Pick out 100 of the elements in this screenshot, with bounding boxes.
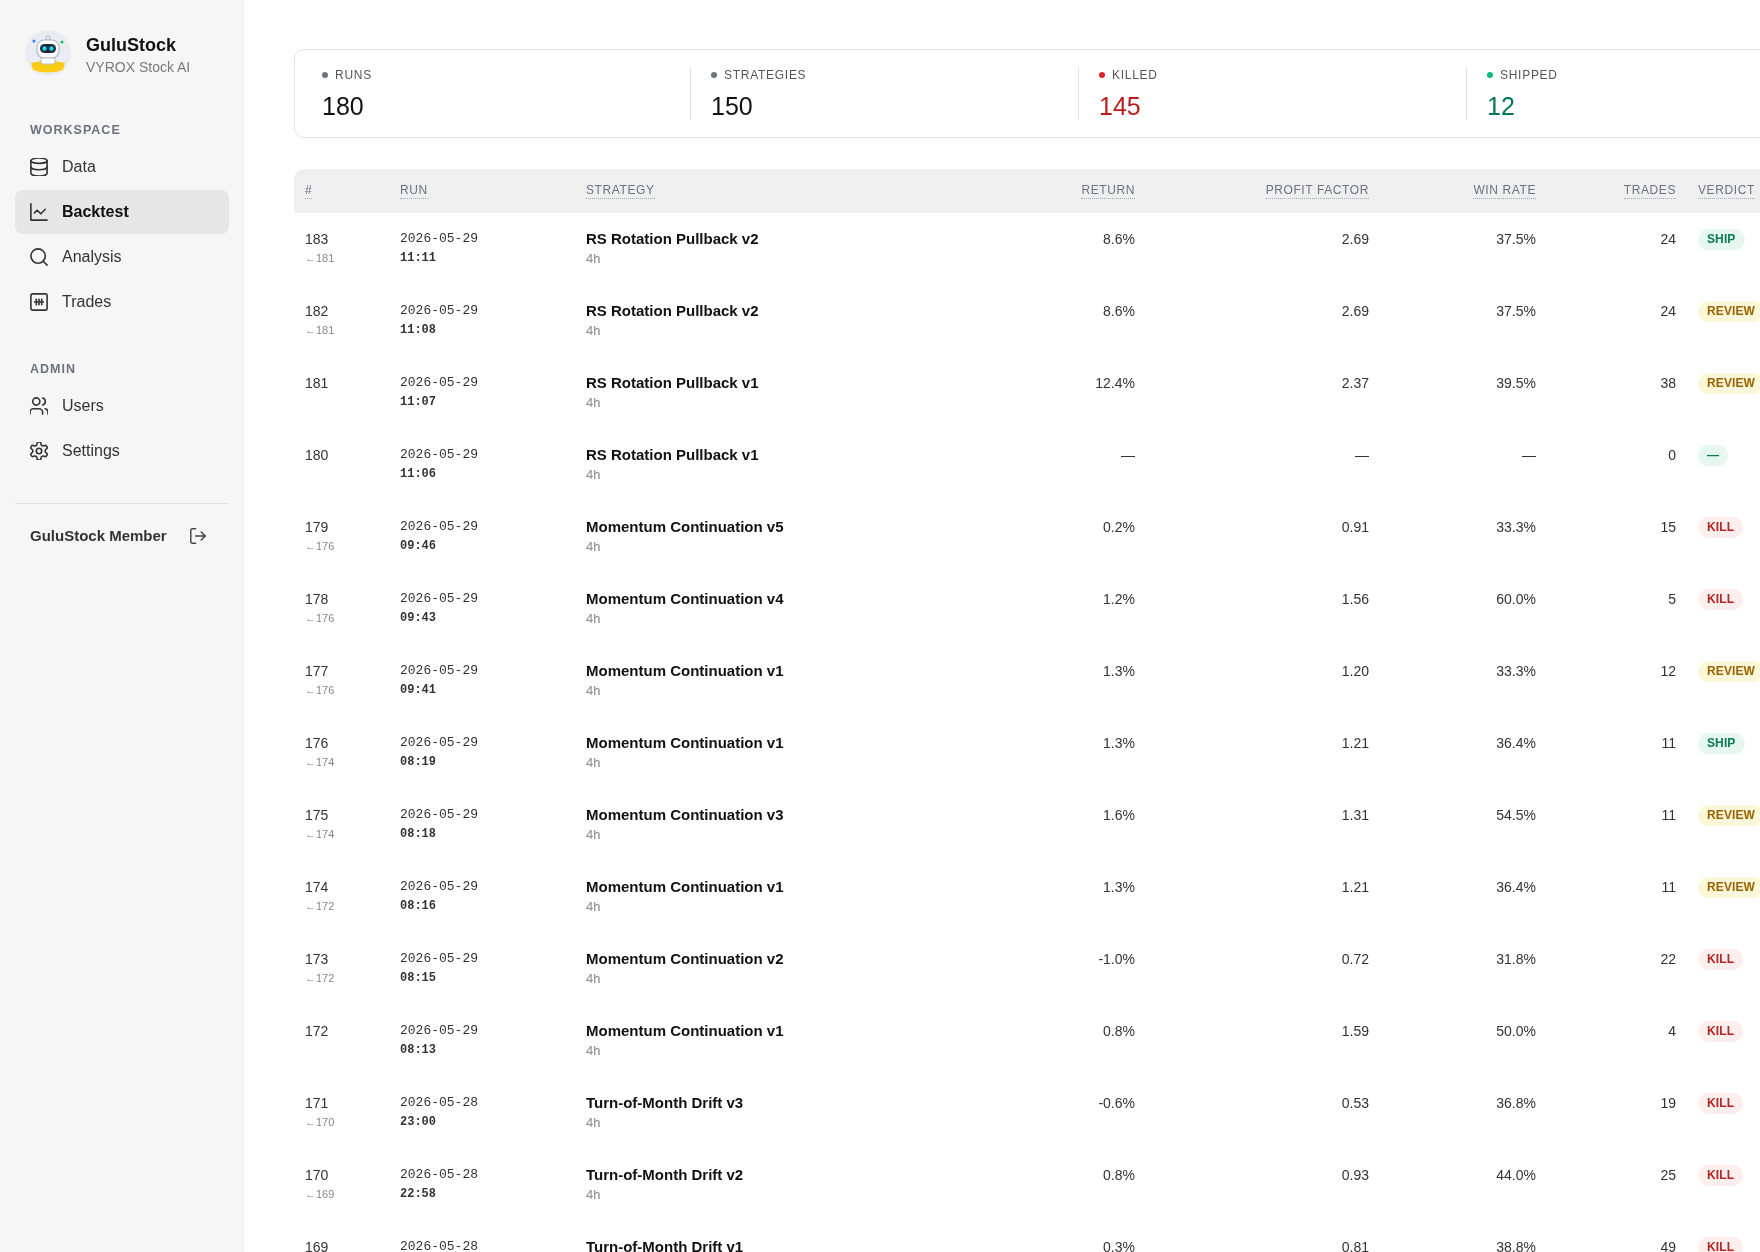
return-value: -0.6% (1098, 1094, 1135, 1113)
strategy-name: Momentum Continuation v1 (586, 1021, 784, 1041)
verdict-badge: REVIEW (1698, 877, 1760, 898)
nav-item[interactable]: Trades (15, 280, 229, 324)
return-value: 0.8% (1103, 1022, 1135, 1041)
run-number: 183 (305, 230, 329, 249)
run-time: 08:19 (400, 754, 436, 771)
win-rate-value: 50.0% (1496, 1022, 1536, 1041)
strategy-name: Momentum Continuation v4 (586, 589, 784, 609)
profit-factor-value: 2.37 (1341, 374, 1369, 393)
win-rate-value: 39.5% (1496, 374, 1536, 393)
run-number: 178 (305, 590, 329, 609)
profit-factor-value: 0.93 (1341, 1166, 1369, 1185)
timeframe-label: 4h (586, 898, 601, 916)
profit-factor-value: 1.56 (1341, 590, 1369, 609)
run-time: 08:18 (400, 826, 436, 843)
column-header[interactable]: TRADES (1623, 183, 1676, 199)
timeframe-label: 4h (586, 1114, 601, 1132)
nav-item[interactable]: Users (15, 384, 229, 428)
column-header[interactable]: RETURN (1081, 183, 1135, 199)
win-rate-value: 44.0% (1496, 1166, 1536, 1185)
trades-count: 11 (1661, 806, 1676, 825)
run-date: 2026-05-29 (400, 950, 478, 968)
nav-item[interactable]: Backtest (15, 190, 229, 234)
line-chart-icon (30, 203, 48, 221)
user-name: GuluStock Member (30, 526, 167, 546)
run-time: 11:06 (400, 466, 436, 483)
trades-count: 5 (1668, 590, 1676, 609)
win-rate-value: 38.8% (1496, 1238, 1536, 1252)
column-header[interactable]: # (305, 183, 313, 199)
run-time: 08:16 (400, 898, 436, 915)
timeframe-label: 4h (586, 1186, 601, 1204)
stat-value: 150 (711, 92, 753, 120)
return-value: 1.6% (1103, 806, 1135, 825)
nav-item[interactable]: Data (15, 145, 229, 189)
trades-count: 25 (1660, 1166, 1676, 1185)
run-time: 22:58 (400, 1186, 436, 1203)
parent-run-ref: ←169 (305, 1187, 335, 1202)
win-rate-value: 33.3% (1496, 518, 1536, 537)
strategy-name: RS Rotation Pullback v1 (586, 445, 759, 465)
profit-factor-value: 0.81 (1341, 1238, 1369, 1252)
verdict-badge: KILL (1698, 517, 1744, 538)
trades-count: 11 (1661, 734, 1676, 753)
win-rate-value: 60.0% (1496, 590, 1536, 609)
trades-count: 0 (1668, 446, 1676, 465)
parent-run-ref: ←176 (305, 539, 335, 554)
run-date: 2026-05-29 (400, 446, 478, 464)
profit-factor-value: — (1355, 446, 1369, 465)
verdict-badge: REVIEW (1698, 301, 1760, 322)
parent-run-ref: ←176 (305, 611, 335, 626)
stat-value: 145 (1099, 92, 1141, 120)
section-label: WORKSPACE (30, 122, 121, 138)
stat-value: 12 (1487, 92, 1515, 120)
return-value: 0.3% (1103, 1238, 1135, 1252)
run-date: 2026-05-29 (400, 302, 478, 320)
win-rate-value: 36.8% (1496, 1094, 1536, 1113)
timeframe-label: 4h (586, 754, 601, 772)
run-date: 2026-05-28 (400, 1238, 478, 1252)
run-time: 09:46 (400, 538, 436, 555)
stat-value: 180 (322, 92, 364, 120)
stat-label: RUNS (335, 67, 372, 83)
run-time: 09:41 (400, 682, 436, 699)
verdict-badge: REVIEW (1698, 373, 1760, 394)
timeframe-label: 4h (586, 682, 601, 700)
profit-factor-value: 1.21 (1341, 878, 1369, 897)
run-time: 11:07 (400, 394, 436, 411)
grid-table-icon (30, 293, 48, 311)
timeframe-label: 4h (586, 970, 601, 988)
column-header[interactable]: STRATEGY (586, 183, 655, 199)
run-date: 2026-05-29 (400, 1022, 478, 1040)
column-header[interactable]: WIN RATE (1473, 183, 1536, 199)
return-value: 1.3% (1103, 734, 1135, 753)
nav-item[interactable]: Settings (15, 429, 229, 473)
strategy-name: RS Rotation Pullback v2 (586, 229, 759, 249)
run-number: 175 (305, 806, 329, 825)
nav-item[interactable]: Analysis (15, 235, 229, 279)
strategy-name: Momentum Continuation v1 (586, 661, 784, 681)
run-number: 171 (305, 1094, 329, 1113)
brand-name: GuluStock (86, 34, 177, 56)
trades-count: 38 (1660, 374, 1676, 393)
run-number: 182 (305, 302, 329, 321)
strategy-name: Momentum Continuation v5 (586, 517, 784, 537)
logout-button[interactable] (190, 528, 206, 544)
strategy-name: RS Rotation Pullback v2 (586, 301, 759, 321)
column-header[interactable]: RUN (400, 183, 428, 199)
trades-count: 49 (1660, 1238, 1676, 1252)
run-number: 174 (305, 878, 329, 897)
column-header[interactable]: VERDICT (1698, 183, 1755, 199)
verdict-badge: KILL (1698, 1165, 1744, 1186)
parent-run-ref: ←176 (305, 683, 335, 698)
run-date: 2026-05-29 (400, 518, 478, 536)
profit-factor-value: 2.69 (1341, 302, 1369, 321)
column-header[interactable]: PROFIT FACTOR (1265, 183, 1369, 199)
win-rate-value: 54.5% (1496, 806, 1536, 825)
run-time: 11:08 (400, 322, 436, 339)
parent-run-ref: ←174 (305, 755, 335, 770)
trades-count: 24 (1660, 302, 1676, 321)
parent-run-ref: ←181 (305, 323, 335, 338)
verdict-badge: KILL (1698, 949, 1744, 970)
verdict-badge: REVIEW (1698, 805, 1760, 826)
